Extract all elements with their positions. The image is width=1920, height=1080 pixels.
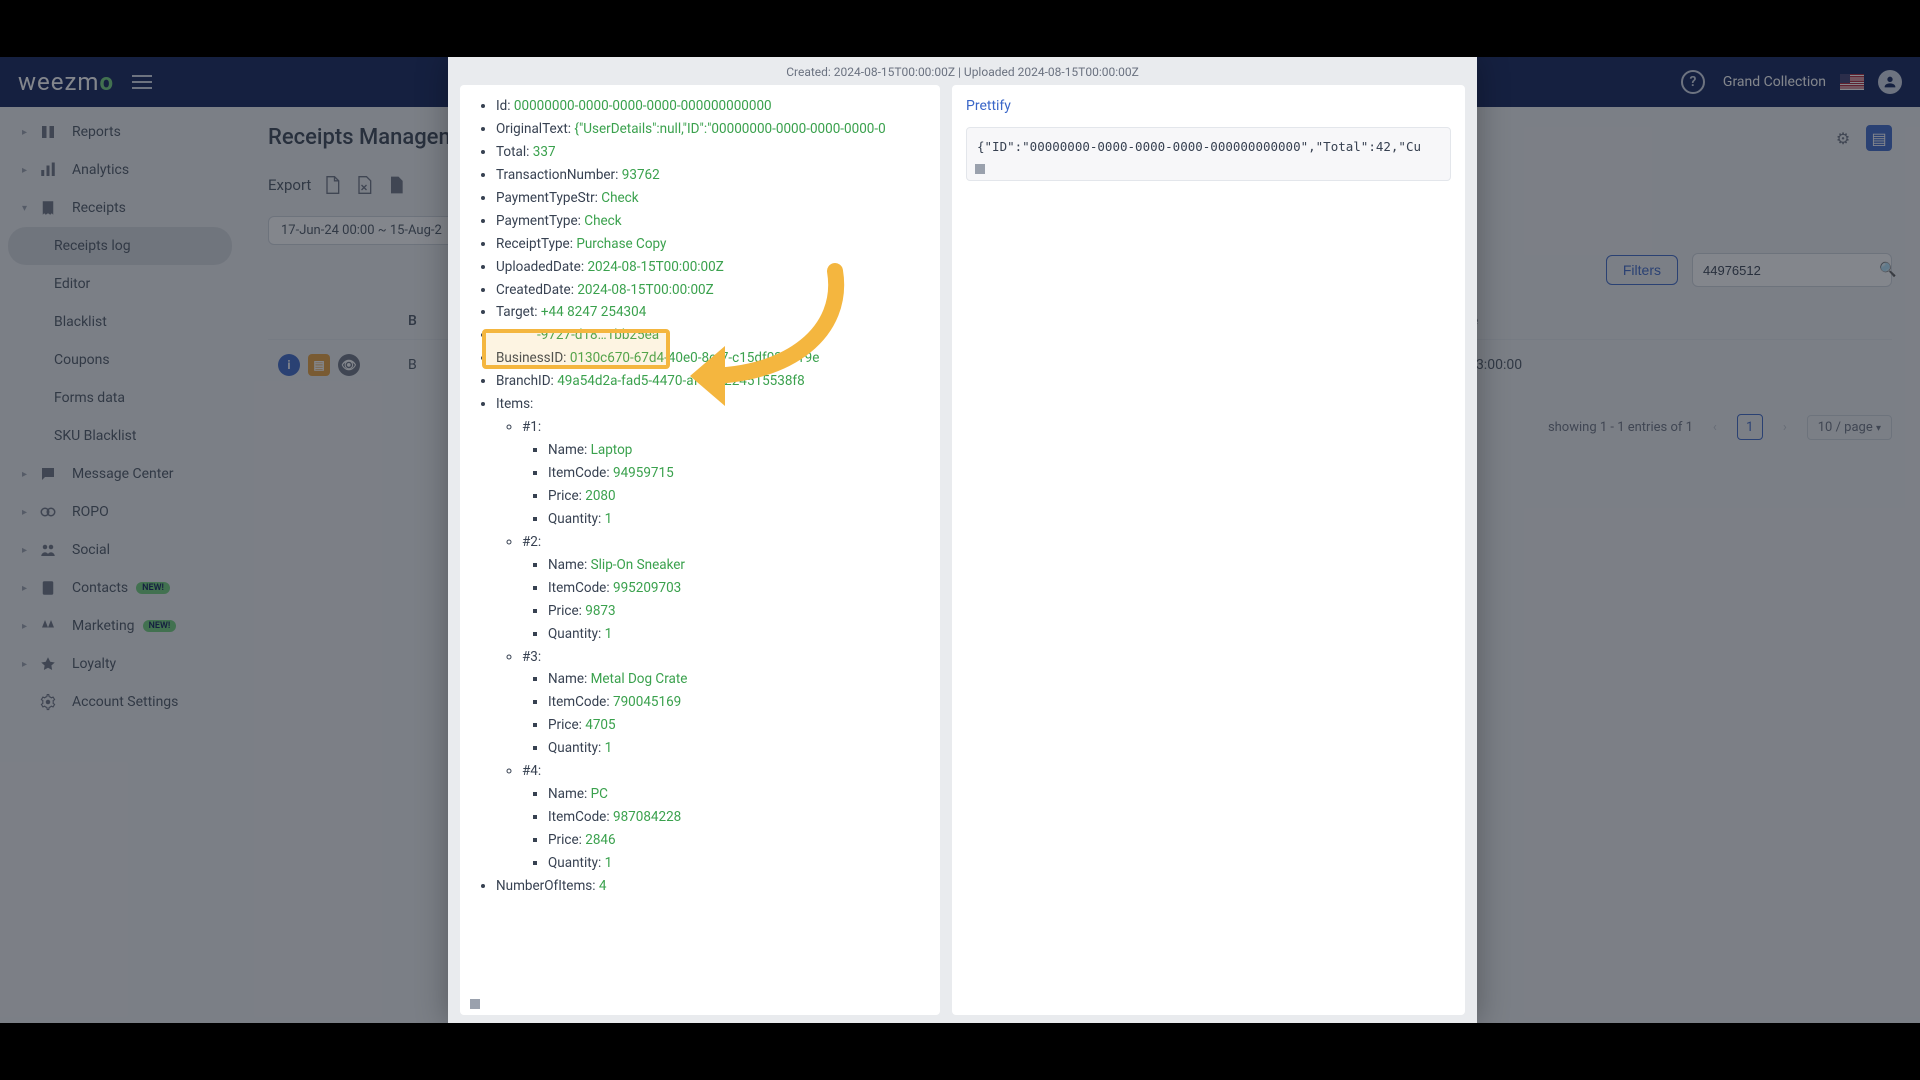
- receipt-json-panel: Prettify {"ID":"00000000-0000-0000-0000-…: [952, 85, 1465, 1015]
- letterbox-top: [0, 0, 1920, 57]
- prettify-link[interactable]: Prettify: [966, 95, 1011, 119]
- modal-header: Created: 2024-08-15T00:00:00Z | Uploaded…: [448, 57, 1477, 85]
- letterbox-bottom: [0, 1023, 1920, 1080]
- app-root: weezmo ? Grand Collection ▸Reports ▸Anal…: [0, 57, 1920, 1023]
- json-preview[interactable]: {"ID":"00000000-0000-0000-0000-000000000…: [966, 127, 1451, 181]
- receipt-detail-modal: Created: 2024-08-15T00:00:00Z | Uploaded…: [448, 57, 1477, 1023]
- receipt-fields-panel: Id: 00000000-0000-0000-0000-000000000000…: [460, 85, 940, 1015]
- scroll-stub-icon: [470, 999, 480, 1009]
- target-row: Target: +44 8247 254304: [496, 301, 926, 324]
- resize-handle-icon[interactable]: [975, 164, 985, 174]
